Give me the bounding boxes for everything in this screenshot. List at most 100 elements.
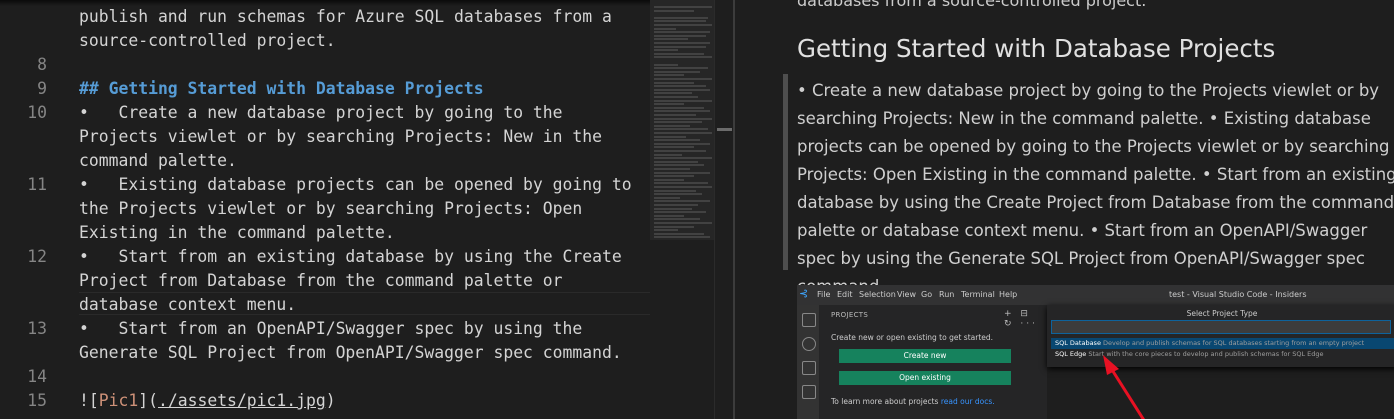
editor-line[interactable]: 14: [0, 365, 650, 389]
minimap-line: [654, 92, 692, 95]
minimap-line: [654, 34, 706, 37]
code-token: Pic1: [98, 391, 139, 410]
line-code[interactable]: ## Getting Started with Database Project…: [79, 77, 484, 101]
minimap-line: [654, 27, 676, 30]
minimap-line: [654, 132, 712, 134]
editor-line[interactable]: source-controlled project.: [0, 29, 650, 53]
editor-line[interactable]: 13 • Start from an OpenAPI/Swagger spec b…: [0, 317, 650, 341]
preview-heading: Getting Started with Database Projects: [797, 34, 1276, 63]
minimap[interactable]: [650, 0, 714, 419]
minimap-line: [654, 103, 684, 106]
minimap-line: [654, 153, 682, 156]
minimap-line: [654, 20, 706, 23]
editor-line[interactable]: 11 • Existing database projects can be op…: [0, 173, 650, 197]
code-token: Existing in the command palette.: [79, 223, 395, 242]
minimap-line: [654, 168, 690, 170]
code-token: Project from Database from the command p…: [79, 271, 563, 290]
line-code[interactable]: source-controlled project.: [79, 29, 336, 53]
minimap-line: [654, 146, 694, 149]
minimap-line: [654, 207, 692, 210]
line-code[interactable]: Projects viewlet or by searching Project…: [79, 125, 602, 149]
markdown-preview[interactable]: databases from a source-controlled proje…: [735, 0, 1394, 419]
line-code[interactable]: • Start from an OpenAPI/Swagger spec by …: [79, 317, 582, 341]
editor-line[interactable]: Generate SQL Project from OpenAPI/Swagge…: [0, 341, 650, 365]
minimap-line: [654, 74, 684, 77]
editor-line[interactable]: 9 ## Getting Started with Database Projec…: [0, 77, 650, 101]
line-number: 13: [27, 319, 47, 338]
minimap-line: [654, 150, 706, 152]
preview-intro-text: databases from a source-controlled proje…: [797, 0, 1147, 10]
minimap-line: [654, 63, 678, 66]
preview-blockquote: • Create a new database project by going…: [797, 81, 1394, 296]
minimap-line: [654, 6, 712, 8]
minimap-line: [654, 225, 694, 228]
editor-line[interactable]: Projects viewlet or by searching Project…: [0, 125, 650, 149]
code-token: Generate SQL Project from OpenAPI/Swagge…: [79, 343, 622, 362]
minimap-line: [654, 236, 710, 239]
editor-line[interactable]: 15 ![Pic1](./assets/pic1.jpg): [0, 389, 650, 413]
minimap-line: [654, 56, 712, 59]
current-line-highlight: [79, 292, 650, 315]
minimap-line: [654, 52, 704, 55]
editor-line[interactable]: publish and run schemas for Azure SQL da…: [0, 5, 650, 29]
blockquote-bar: [783, 74, 788, 270]
embedded-screenshot: ⊰ File Edit Selection View Go Run Termin…: [797, 285, 1394, 419]
minimap-line: [654, 164, 704, 167]
editor-line[interactable]: Project from Database from the command p…: [0, 269, 650, 293]
line-number: 12: [27, 247, 47, 266]
minimap-line: [654, 99, 712, 102]
code-token: source-controlled project.: [79, 31, 336, 50]
line-code[interactable]: ![Pic1](./assets/pic1.jpg): [79, 389, 336, 413]
minimap-line: [654, 139, 700, 142]
editor-line[interactable]: Existing in the command palette.: [0, 221, 650, 245]
editor-line[interactable]: 12 • Start from an existing database by u…: [0, 245, 650, 269]
minimap-line: [654, 178, 684, 181]
minimap-line: [654, 196, 680, 199]
minimap-line: [654, 106, 704, 109]
line-code[interactable]: publish and run schemas for Azure SQL da…: [79, 5, 612, 29]
minimap-line: [654, 232, 704, 235]
line-number: 11: [27, 175, 47, 194]
minimap-line: [654, 200, 710, 203]
minimap-line: [654, 182, 708, 185]
minimap-line: [654, 135, 686, 138]
code-token: ## Getting Started with Database Project…: [79, 79, 484, 98]
minimap-line: [654, 218, 700, 221]
minimap-line: [654, 110, 710, 113]
line-code[interactable]: • Create a new database project by going…: [79, 101, 563, 125]
line-code[interactable]: Existing in the command palette.: [79, 221, 395, 245]
minimap-line: [654, 189, 696, 192]
minimap-line: [654, 157, 712, 160]
minimap-line: [654, 204, 698, 206]
minimap-line: [654, 96, 698, 98]
minimap-line: [654, 214, 684, 217]
minimap-line: [654, 67, 708, 70]
code-token: command palette.: [79, 151, 237, 170]
markdown-editor[interactable]: publish and run schemas for Azure SQL da…: [0, 0, 733, 419]
minimap-line: [654, 160, 698, 163]
minimap-line: [654, 31, 710, 34]
scrollbar-thumb[interactable]: [717, 128, 732, 131]
minimap-line: [654, 42, 710, 44]
minimap-line: [654, 171, 710, 174]
editor-scrollbar[interactable]: [714, 0, 733, 419]
minimap-line: [654, 45, 706, 48]
line-code[interactable]: Project from Database from the command p…: [79, 269, 563, 293]
line-number: 9: [37, 79, 47, 98]
editor-line[interactable]: the Projects viewlet or by searching Pro…: [0, 197, 650, 221]
minimap-line: [654, 142, 710, 145]
line-code[interactable]: Generate SQL Project from OpenAPI/Swagge…: [79, 341, 622, 365]
editor-line[interactable]: 8: [0, 53, 650, 77]
minimap-line: [654, 88, 710, 91]
code-token: • Start from an existing database by usi…: [79, 247, 622, 266]
minimap-line: [654, 222, 712, 224]
line-code[interactable]: command palette.: [79, 149, 237, 173]
line-code[interactable]: • Start from an existing database by usi…: [79, 245, 622, 269]
minimap-line: [654, 175, 694, 178]
code-token: • Start from an OpenAPI/Swagger spec by …: [79, 319, 583, 338]
line-code[interactable]: the Projects viewlet or by searching Pro…: [79, 197, 582, 221]
line-code[interactable]: • Existing database projects can be open…: [79, 173, 632, 197]
minimap-line: [654, 229, 678, 232]
editor-line[interactable]: 10 • Create a new database project by goi…: [0, 101, 650, 125]
editor-line[interactable]: command palette.: [0, 149, 650, 173]
